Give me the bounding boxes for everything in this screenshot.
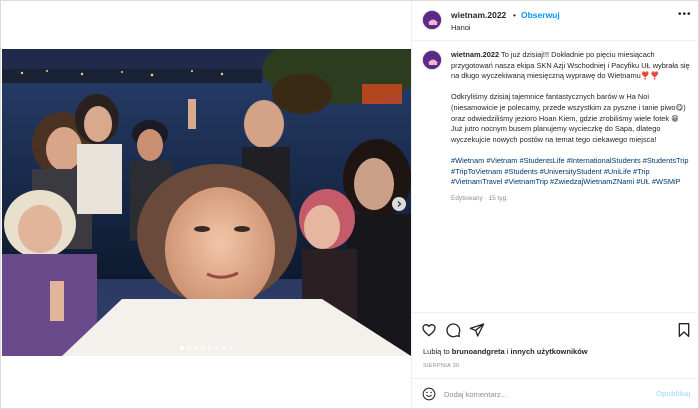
post-header: wietnam.2022 • Obserwuj Hanoi ••• (412, 1, 699, 41)
more-options-button[interactable]: ••• (678, 9, 692, 20)
likes-summary: Lubią to brunoandgreta i innych użytkown… (423, 347, 588, 356)
carousel-dot (222, 346, 226, 350)
chevron-right-icon (397, 201, 402, 207)
likes-prefix: Lubią to (423, 347, 452, 356)
edited-timestamp: Edytowany · 15 tyg. (451, 195, 509, 203)
publish-comment-button[interactable]: Opublikuj (656, 389, 691, 398)
comment-composer: Opublikuj (412, 378, 699, 408)
carousel-dot (215, 346, 219, 350)
post-photo (2, 49, 411, 356)
comment-icon[interactable] (445, 322, 461, 338)
share-icon[interactable] (469, 322, 485, 338)
post-sidebar: wietnam.2022 • Obserwuj Hanoi ••• wietna… (411, 1, 699, 408)
post-date[interactable]: SIERPNIA 30 (423, 363, 459, 369)
likes-user[interactable]: brunoandgreta (452, 347, 505, 356)
carousel-dot (208, 346, 212, 350)
caption-body: wietnam.2022 To już dzisiaj!!! Dokładnie… (451, 50, 691, 205)
avatar[interactable] (422, 50, 442, 70)
post-media[interactable] (2, 1, 411, 408)
post-location[interactable]: Hanoi (451, 23, 471, 32)
separator-dot: • (513, 10, 516, 20)
caption-paragraph: Odkryliśmy dzisiaj tajemnice fantastyczn… (451, 92, 686, 144)
action-bar (412, 312, 699, 342)
post-username[interactable]: wietnam.2022 (451, 10, 506, 20)
follow-button[interactable]: Obserwuj (521, 10, 560, 20)
carousel-dot (180, 346, 184, 350)
smiley-icon[interactable] (422, 387, 436, 401)
carousel-dot (187, 346, 191, 350)
caption-hashtags[interactable]: #Wietnam #Vietnam #StudentsLife #Interna… (451, 156, 691, 188)
carousel-dot (194, 346, 198, 350)
instagram-post-modal: wietnam.2022 • Obserwuj Hanoi ••• wietna… (0, 0, 699, 409)
carousel-dot (201, 346, 205, 350)
caption-username[interactable]: wietnam.2022 (451, 50, 499, 59)
carousel-next-button[interactable] (392, 197, 406, 211)
likes-others[interactable]: innych użytkowników (511, 347, 588, 356)
post-caption: wietnam.2022 To już dzisiaj!!! Dokładnie… (412, 42, 699, 312)
bookmark-icon[interactable] (676, 322, 692, 338)
avatar[interactable] (422, 10, 442, 30)
heart-icon[interactable] (421, 322, 437, 338)
carousel-indicator (2, 346, 411, 350)
comment-input[interactable] (444, 387, 644, 401)
carousel-dot (229, 346, 233, 350)
